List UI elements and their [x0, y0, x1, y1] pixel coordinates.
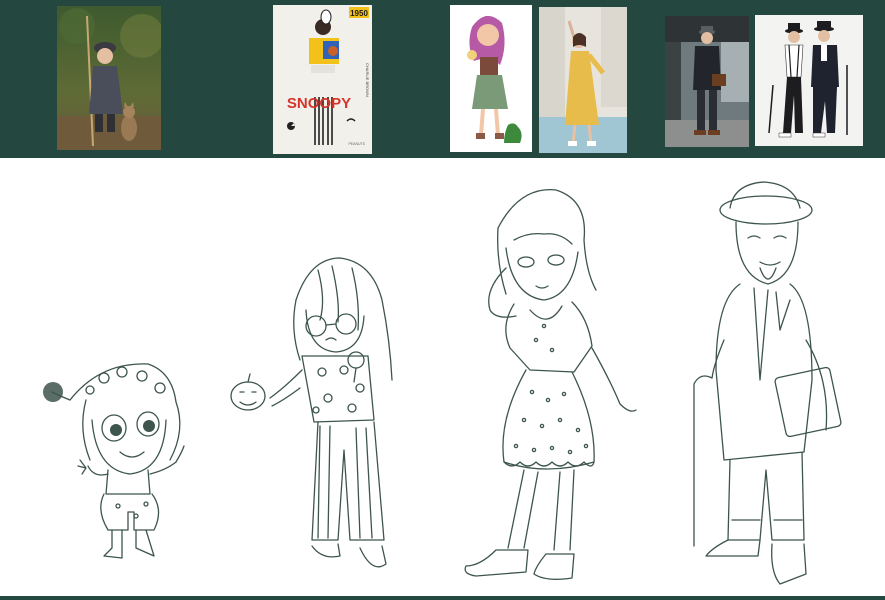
poster-year-badge: 1950 — [350, 9, 368, 18]
man-in-suit-station-photo — [665, 16, 749, 147]
girl-in-polka-dress-sketch — [464, 189, 637, 580]
girl-in-hat-with-cat-photo — [57, 6, 161, 150]
toddler-sketch — [43, 363, 185, 559]
bottom-divider — [0, 596, 885, 600]
poster-corner-caption: PEANUTS — [348, 142, 365, 146]
yellow-dress-model-photo — [539, 7, 627, 153]
poster-side-caption: CHARLIE BROWN — [365, 63, 370, 97]
character-sketches-canvas — [43, 181, 842, 585]
girl-with-pumpkin-sketch — [230, 257, 393, 568]
old-man-with-cane-sketch — [693, 181, 842, 585]
poster-title: SNOOPY — [287, 95, 351, 112]
two-men-hats-canes-photo — [755, 15, 863, 146]
snoopy-fashion-poster: 1950 CHARLIE BROWN SNOOPY PEANUTS — [273, 5, 372, 154]
cartoon-girl-illustration — [450, 5, 532, 152]
